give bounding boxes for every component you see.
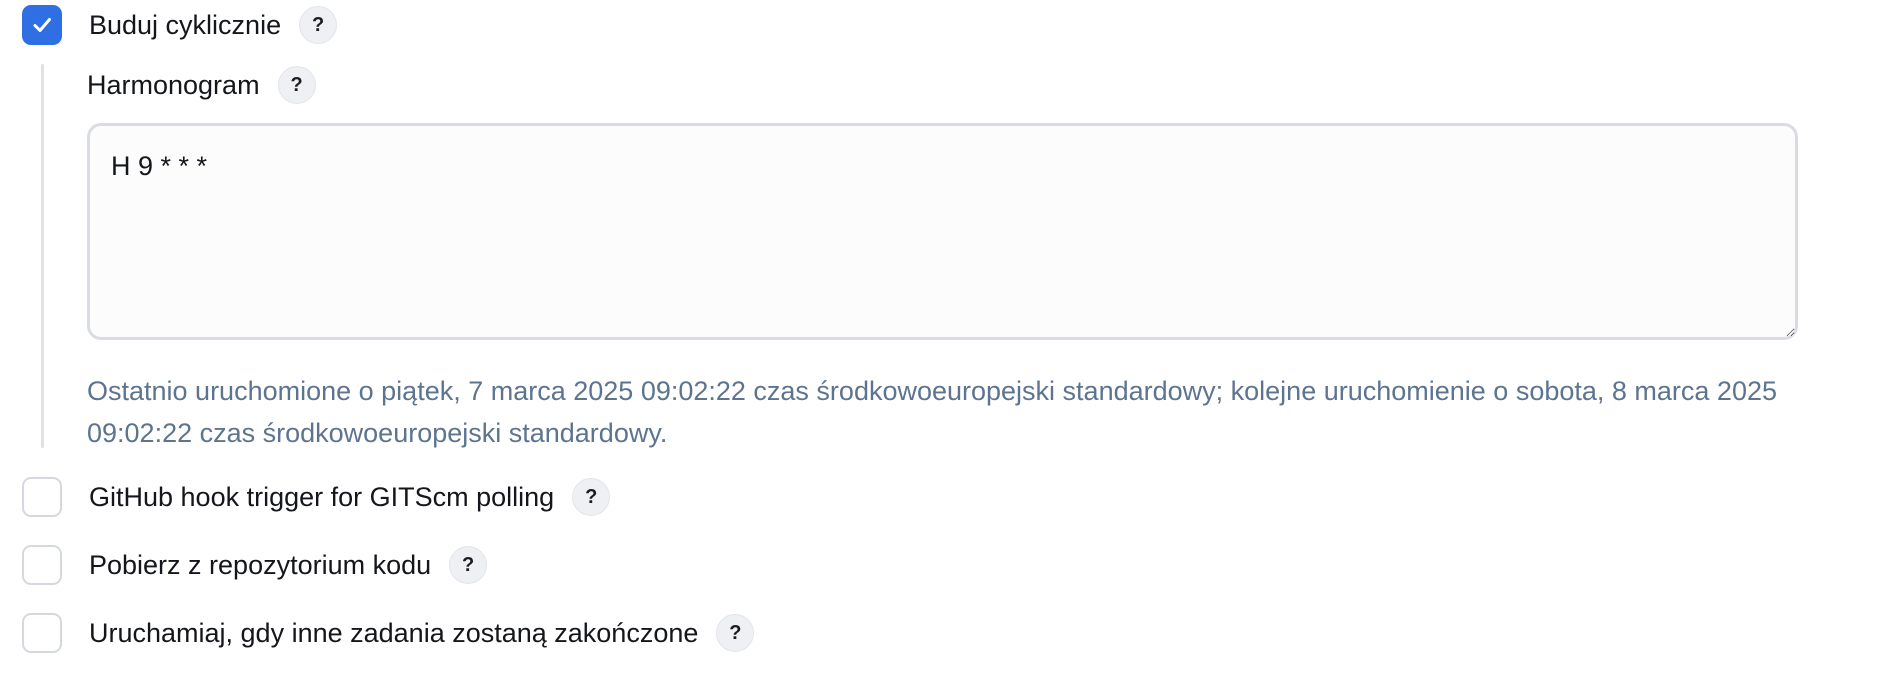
poll-scm-help-button[interactable]: ? — [449, 546, 488, 584]
build-periodically-row: Buduj cyklicznie ? — [22, 5, 338, 45]
poll-scm-label[interactable]: Pobierz z repozytorium kodu — [89, 550, 431, 581]
schedule-info-text: Ostatnio uruchomione o piątek, 7 marca 2… — [87, 376, 1777, 448]
github-hook-label[interactable]: GitHub hook trigger for GITScm polling — [89, 482, 554, 513]
schedule-label-row: Harmonogram ? — [87, 66, 316, 104]
build-periodically-label[interactable]: Buduj cyklicznie — [89, 10, 281, 41]
trigger-row-poll-scm: Pobierz z repozytorium kodu ? — [22, 545, 488, 585]
after-other-projects-help-button[interactable]: ? — [716, 614, 755, 652]
after-other-projects-checkbox[interactable] — [22, 613, 62, 653]
build-periodically-checkbox[interactable] — [22, 5, 62, 45]
nested-section-divider — [41, 64, 44, 448]
schedule-help-button[interactable]: ? — [277, 66, 316, 104]
schedule-label: Harmonogram — [87, 69, 260, 100]
build-periodically-help-button[interactable]: ? — [299, 6, 338, 44]
github-hook-checkbox[interactable] — [22, 477, 62, 517]
trigger-row-after-other-projects: Uruchamiaj, gdy inne zadania zostaną zak… — [22, 613, 755, 653]
trigger-row-github-hook: GitHub hook trigger for GITScm polling ? — [22, 477, 611, 517]
poll-scm-checkbox[interactable] — [22, 545, 62, 585]
schedule-textarea[interactable] — [87, 123, 1798, 340]
github-hook-help-button[interactable]: ? — [572, 478, 611, 516]
checkmark-icon — [33, 18, 51, 32]
after-other-projects-label[interactable]: Uruchamiaj, gdy inne zadania zostaną zak… — [89, 618, 698, 649]
